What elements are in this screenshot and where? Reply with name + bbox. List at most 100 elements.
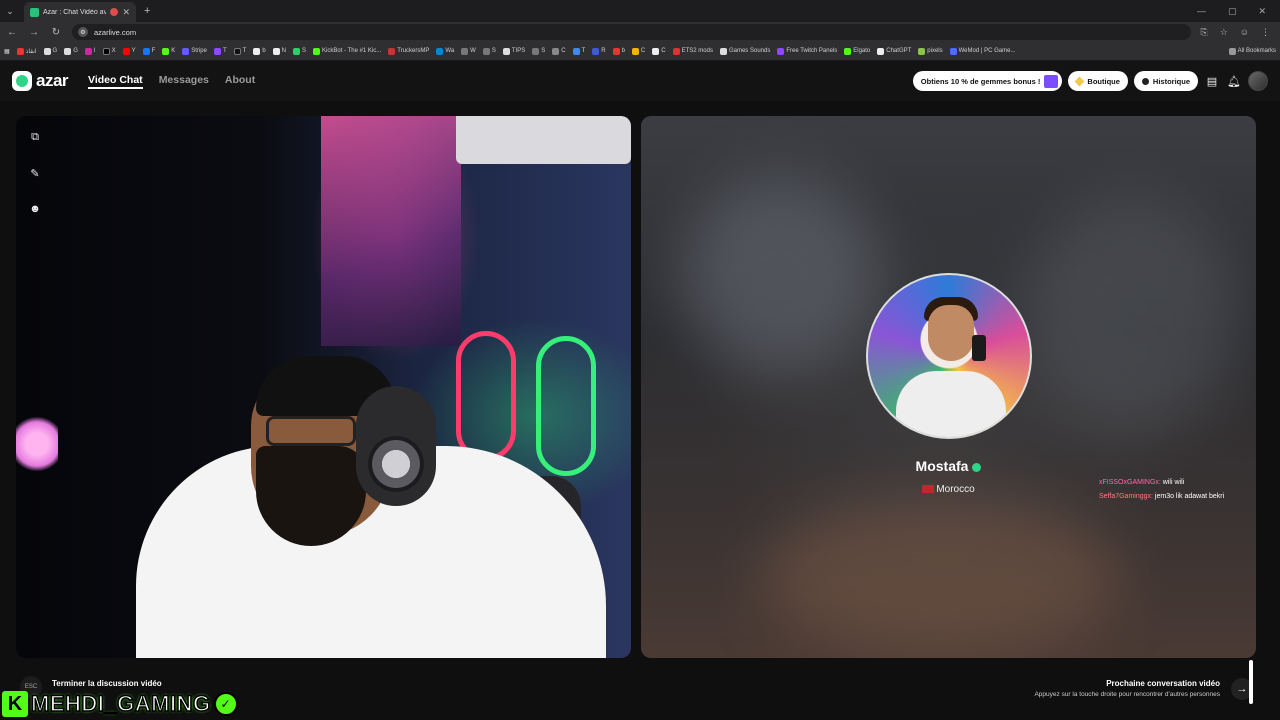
toolbar-actions: ⎘ ☆ ☺ ⋮ bbox=[1201, 27, 1274, 38]
chat-username: Seffa7Gaminggx: bbox=[1099, 493, 1153, 500]
bookmark-item[interactable]: b bbox=[253, 47, 266, 55]
bookmark-item[interactable]: Stripe bbox=[182, 47, 207, 55]
browser-tab[interactable]: Azar : Chat Vidéo avec de ... ✕ bbox=[24, 2, 136, 22]
main-nav: Video Chat Messages About bbox=[88, 74, 255, 89]
install-app-icon[interactable]: ⎘ bbox=[1201, 27, 1208, 38]
apps-grid-icon[interactable]: ▦ bbox=[4, 48, 10, 55]
blur-shape bbox=[761, 496, 1121, 656]
maximize-button[interactable]: ▢ bbox=[1228, 6, 1237, 17]
all-bookmarks-button[interactable]: All Bookmarks bbox=[1228, 47, 1276, 55]
bookmark-item[interactable]: Games Sounds bbox=[719, 47, 770, 55]
peer-profile-picture[interactable] bbox=[866, 273, 1032, 439]
bookmark-item[interactable]: T bbox=[572, 47, 585, 55]
pfp-phone bbox=[972, 335, 986, 361]
site-info-icon[interactable]: ⚙ bbox=[78, 27, 88, 37]
bookmark-item[interactable]: K bbox=[162, 47, 175, 55]
nav-messages[interactable]: Messages bbox=[159, 74, 209, 89]
azar-favicon-icon bbox=[30, 7, 39, 17]
tab-search-icon[interactable]: ⌄ bbox=[0, 0, 20, 22]
bookmark-item[interactable]: Elgato bbox=[844, 47, 870, 55]
glasses bbox=[266, 416, 356, 446]
bookmark-item[interactable]: C bbox=[631, 47, 645, 55]
bookmark-item[interactable]: TruckersMP bbox=[388, 47, 429, 55]
magic-wand-icon[interactable]: ✎ bbox=[28, 166, 42, 180]
video-tools: ⧉ ✎ ☻ bbox=[28, 130, 42, 216]
gem-bonus-label: Obtiens 10 % de gemmes bonus ! bbox=[920, 76, 1041, 86]
bookmark-item[interactable]: KickBot - The #1 Kic... bbox=[313, 47, 381, 55]
scroll-indicator bbox=[1249, 660, 1253, 704]
kick-logo-icon: K bbox=[2, 691, 28, 717]
browser-toolbar: ← → ↻ ⚙ azarlive.com ⎘ ☆ ☺ ⋮ bbox=[0, 22, 1280, 42]
peer-name: Mostafa bbox=[641, 458, 1256, 474]
end-chat-label: Terminer la discussion vidéo bbox=[52, 679, 162, 688]
shop-button[interactable]: Boutique bbox=[1068, 71, 1128, 91]
bookmark-item[interactable]: S bbox=[532, 47, 545, 55]
air-conditioner bbox=[456, 116, 631, 164]
new-tab-button[interactable]: + bbox=[144, 5, 150, 17]
notification-bell-icon[interactable]: 🔔︎ bbox=[1226, 73, 1242, 89]
browser-tabbar: ⌄ Azar : Chat Vidéo avec de ... ✕ + — ▢ … bbox=[0, 0, 1280, 22]
bookmark-item[interactable]: S bbox=[482, 47, 496, 55]
nav-about[interactable]: About bbox=[225, 74, 255, 89]
app-header: azar Video Chat Messages About Obtiens 1… bbox=[0, 61, 1280, 101]
bookmark-item[interactable]: Wa bbox=[436, 47, 454, 55]
bookmark-item[interactable]: N bbox=[272, 47, 286, 55]
close-window-button[interactable]: ✕ bbox=[1258, 6, 1266, 17]
back-icon[interactable]: ← bbox=[6, 27, 18, 38]
close-tab-icon[interactable]: ✕ bbox=[122, 7, 130, 18]
headphone-cup bbox=[368, 436, 424, 492]
bookmark-item[interactable]: X bbox=[102, 47, 116, 55]
peer-video: Mostafa Morocco xFISSOxGAMINGx: wili wil… bbox=[641, 116, 1256, 658]
azar-logo[interactable]: azar bbox=[12, 71, 69, 91]
bookmark-item[interactable]: b bbox=[612, 47, 625, 55]
bookmark-item[interactable]: WeMod | PC Game... bbox=[949, 47, 1015, 55]
bookmark-item[interactable]: G bbox=[64, 47, 78, 55]
history-icon bbox=[1141, 77, 1149, 85]
user-avatar[interactable] bbox=[1248, 71, 1268, 91]
bookmark-item[interactable]: T bbox=[233, 47, 246, 55]
bookmark-item[interactable]: C bbox=[652, 47, 666, 55]
bookmark-item[interactable]: S bbox=[293, 47, 306, 55]
verified-badge-icon bbox=[972, 462, 982, 472]
bookmark-item[interactable]: C bbox=[552, 47, 566, 55]
bookmark-item[interactable]: F bbox=[142, 47, 155, 55]
bookmark-item[interactable]: R bbox=[592, 47, 606, 55]
next-chat-title: Prochaine conversation vidéo bbox=[1106, 679, 1220, 688]
azar-logo-icon bbox=[12, 71, 32, 91]
chat-username: xFISSOxGAMINGx: bbox=[1099, 479, 1161, 486]
window-controls: — ▢ ✕ bbox=[1197, 6, 1280, 17]
bookmark-item[interactable]: ETS2 mods bbox=[672, 47, 713, 55]
bookmark-item[interactable]: Y bbox=[122, 47, 136, 55]
blur-shape bbox=[681, 176, 881, 376]
fullscreen-icon[interactable]: ⧉ bbox=[28, 130, 42, 144]
bookmark-item[interactable]: G bbox=[43, 47, 57, 55]
bookmark-item[interactable]: انقاذ bbox=[16, 47, 37, 55]
gem-bonus-button[interactable]: Obtiens 10 % de gemmes bonus ! bbox=[912, 71, 1063, 91]
menu-dots-icon[interactable]: ⋮ bbox=[1261, 27, 1270, 38]
bookmark-item[interactable]: ChatGPT bbox=[877, 47, 911, 55]
reload-icon[interactable]: ↻ bbox=[50, 27, 62, 38]
gem-icon bbox=[1074, 76, 1085, 86]
blur-shape bbox=[1021, 196, 1241, 436]
face-filter-icon[interactable]: ☻ bbox=[28, 202, 42, 216]
nav-video-chat[interactable]: Video Chat bbox=[88, 74, 143, 89]
bookmark-item[interactable]: W bbox=[461, 47, 476, 55]
bookmark-item[interactable]: pixels bbox=[918, 47, 943, 55]
bookmark-item[interactable]: TIPS bbox=[502, 47, 525, 55]
chat-text: wili wili bbox=[1162, 479, 1185, 486]
bookmark-item[interactable]: T bbox=[213, 47, 227, 55]
bookmark-star-icon[interactable]: ☆ bbox=[1220, 27, 1228, 38]
history-label: Historique bbox=[1152, 76, 1190, 86]
bookmark-item[interactable]: I bbox=[84, 47, 96, 55]
bookmarks-bar: ▦ انقاذ G G I X Y F K Stripe T T b N S K… bbox=[0, 42, 1280, 61]
minimize-button[interactable]: — bbox=[1197, 6, 1206, 17]
forward-icon[interactable]: → bbox=[28, 27, 40, 38]
history-button[interactable]: Historique bbox=[1133, 71, 1198, 91]
inbox-icon[interactable]: ▤ bbox=[1204, 73, 1220, 89]
extension-icon[interactable]: ☺ bbox=[1240, 27, 1249, 38]
bookmark-item[interactable]: Free Twitch Panels bbox=[777, 47, 837, 55]
url-text: azarlive.com bbox=[94, 27, 137, 37]
address-bar[interactable]: ⚙ azarlive.com bbox=[72, 24, 1191, 40]
header-actions: Obtiens 10 % de gemmes bonus ! Boutique … bbox=[912, 71, 1268, 91]
kick-verified-icon: ✓ bbox=[213, 692, 238, 716]
